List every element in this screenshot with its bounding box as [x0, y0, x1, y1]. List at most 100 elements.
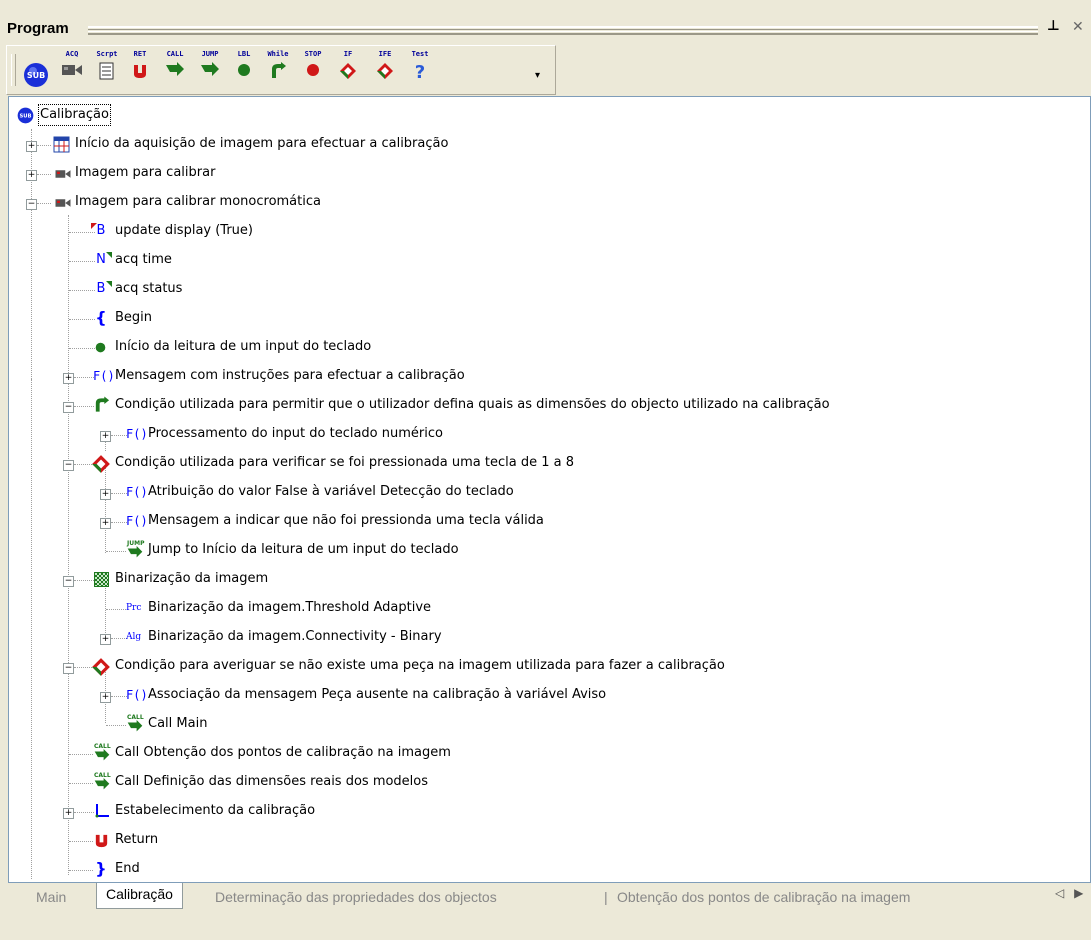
camera-icon — [55, 170, 71, 178]
tree-item-label: Associação da mensagem Peça ausente na c… — [148, 687, 607, 702]
expand-icon[interactable]: + — [100, 489, 111, 500]
input-marker-icon — [91, 223, 97, 229]
tree-item-label: Imagem para calibrar monocromática — [75, 194, 321, 209]
tree-item-label: Início da leitura de um input do teclado — [115, 339, 372, 354]
expand-icon[interactable]: + — [100, 692, 111, 703]
tree-item-label: Call Definição das dimensões reais dos m… — [115, 774, 429, 789]
tree-item-label: Binarização da imagem.Threshold Adaptive — [148, 600, 432, 615]
jump-button[interactable]: JUMP — [195, 50, 225, 90]
tree-item-label: acq status — [115, 281, 183, 296]
tree-item-label: Call Main — [148, 716, 208, 731]
panel-titlebar: Program ⊥ ✕ — [0, 0, 1091, 42]
script-button[interactable]: Scrpt — [92, 50, 122, 90]
label-icon — [238, 64, 250, 76]
tab-calibracao[interactable]: Calibração — [96, 883, 183, 909]
function-icon: F() — [126, 688, 148, 702]
output-marker-icon — [106, 252, 112, 258]
tab-nav: ◁ ▶ — [1055, 886, 1083, 900]
tab-strip: Main Calibração Determinação das proprie… — [0, 883, 1091, 940]
sub-icon: SUB — [17, 107, 34, 124]
tab-obtencao[interactable]: Obtenção dos pontos de calibração na ima… — [608, 886, 919, 908]
expand-icon[interactable]: + — [100, 634, 111, 645]
begin-brace-icon: { — [95, 308, 107, 327]
tree-item-label: Binarização da imagem — [115, 571, 269, 586]
expand-icon[interactable]: + — [63, 808, 74, 819]
collapse-icon[interactable]: − — [63, 460, 74, 471]
sub-button[interactable]: SUB — [21, 50, 51, 90]
toolbar-grip[interactable] — [11, 54, 16, 86]
tree-item-label: Atribuição do valor False à variável Det… — [148, 484, 514, 499]
tab-determinacao[interactable]: Determinação das propriedades dos object… — [206, 886, 506, 908]
jump-icon — [127, 546, 143, 558]
tree-item-label: Estabelecimento da calibração — [115, 803, 316, 818]
camera-icon — [62, 65, 82, 75]
function-icon: F() — [126, 514, 148, 528]
tree-item-label: Mensagem a indicar que não foi pressiond… — [148, 513, 544, 528]
tree-item-label: Call Obtenção dos pontos de calibração n… — [115, 745, 451, 760]
call-button[interactable]: CALL — [160, 50, 190, 90]
program-tree: SUB Calibração + Início da aquisição de … — [8, 96, 1091, 883]
if-button[interactable]: IF — [333, 50, 363, 90]
svg-text:?: ? — [415, 62, 425, 80]
toolbar-overflow-chevron-icon[interactable]: ▾ — [535, 70, 540, 81]
label-dot-icon — [95, 342, 106, 353]
ife-icon — [377, 63, 393, 79]
close-icon[interactable]: ✕ — [1072, 19, 1084, 35]
return-icon — [134, 65, 146, 78]
process-icon: Prc — [126, 603, 142, 613]
expand-icon[interactable]: + — [100, 431, 111, 442]
stop-button[interactable]: STOP — [298, 50, 328, 90]
acq-button[interactable]: ACQ — [57, 50, 87, 90]
expand-icon[interactable]: + — [26, 170, 37, 181]
if-diamond-icon — [92, 658, 110, 676]
tree-item-label: Processamento do input do teclado numéri… — [148, 426, 443, 441]
tree-item-label: Begin — [115, 310, 153, 325]
sub-icon: SUB — [24, 63, 48, 87]
if-icon — [340, 63, 356, 79]
call-icon — [94, 749, 110, 761]
tab-main[interactable]: Main — [27, 886, 75, 908]
stop-icon — [307, 64, 319, 76]
function-icon: F() — [126, 427, 148, 441]
binarize-icon — [94, 572, 109, 587]
expand-icon[interactable]: + — [26, 141, 37, 152]
jump-icon — [201, 62, 219, 76]
script-icon — [99, 62, 114, 80]
function-icon: F() — [93, 369, 115, 383]
collapse-icon[interactable]: − — [63, 576, 74, 587]
lbl-button[interactable]: LBL — [229, 50, 259, 90]
tree-item-label: Calibração — [38, 104, 111, 126]
tree-item-label: Return — [115, 832, 159, 847]
output-marker-icon — [106, 281, 112, 287]
tree-item-label: Condição utilizada para verificar se foi… — [115, 455, 574, 470]
tree-item-label: update display (True) — [115, 223, 253, 238]
expand-icon[interactable]: + — [63, 373, 74, 384]
titlebar-grip[interactable] — [88, 26, 1038, 35]
tree-item-label: acq time — [115, 252, 172, 267]
pin-icon[interactable]: ⊥ — [1047, 18, 1060, 34]
collapse-icon[interactable]: − — [63, 663, 74, 674]
ret-button[interactable]: RET — [125, 50, 155, 90]
tree-item-label: Jump to Início da leitura de um input do… — [148, 542, 459, 557]
table-icon — [53, 136, 70, 153]
tree-item-label: Condição utilizada para permitir que o u… — [115, 397, 830, 412]
tab-next-icon[interactable]: ▶ — [1074, 886, 1083, 900]
while-icon — [272, 62, 286, 78]
camera-icon — [55, 199, 71, 207]
tab-prev-icon[interactable]: ◁ — [1055, 886, 1064, 900]
test-icon: ? — [415, 62, 425, 80]
while-button[interactable]: While — [263, 50, 293, 90]
collapse-icon[interactable]: − — [63, 402, 74, 413]
call-icon — [166, 62, 184, 76]
ife-button[interactable]: IFE — [370, 50, 400, 90]
toolbar: SUB ACQ Scrpt RET CALL JUMP LBL While ST… — [6, 45, 556, 95]
call-icon — [127, 720, 143, 732]
tree-item-label: Início da aquisição de imagem para efect… — [75, 136, 449, 151]
while-icon — [95, 396, 110, 412]
algorithm-icon: Alg — [126, 632, 142, 642]
panel-title: Program — [7, 20, 69, 37]
collapse-icon[interactable]: − — [26, 199, 37, 210]
test-button[interactable]: Test ? — [405, 50, 435, 90]
expand-icon[interactable]: + — [100, 518, 111, 529]
return-icon — [95, 834, 108, 848]
